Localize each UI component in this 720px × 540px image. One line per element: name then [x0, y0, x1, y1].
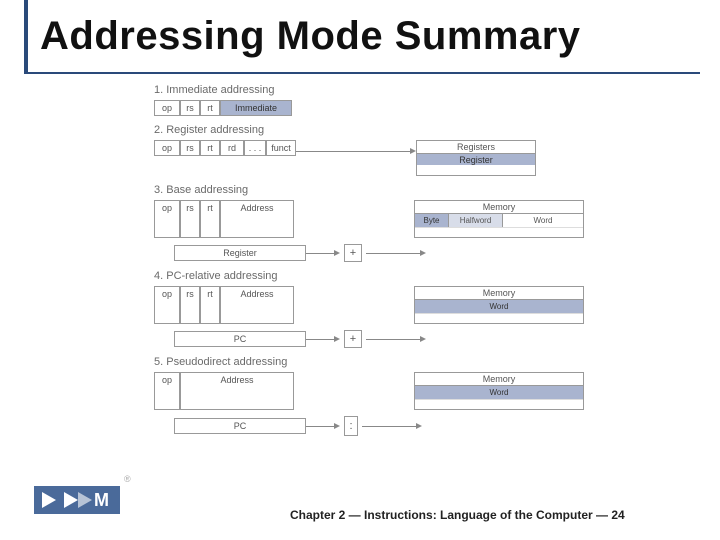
arrow-line — [362, 426, 416, 427]
arrow-line — [306, 339, 334, 340]
field-op: op — [154, 200, 180, 238]
mode-title: 5. Pseudodirect addressing — [154, 356, 674, 368]
field-rs: rs — [180, 140, 200, 156]
mem-byte: Byte — [415, 214, 449, 227]
register-value: Register — [174, 245, 306, 261]
pc-register: PC — [174, 331, 306, 347]
memory-box: Memory Byte Halfword Word — [414, 200, 584, 238]
arrow-head-icon — [334, 423, 340, 429]
field-op: op — [154, 286, 180, 324]
mem-halfword: Halfword — [449, 214, 503, 227]
field-op: op — [154, 372, 180, 410]
field-immediate: Immediate — [220, 100, 292, 116]
pc-register: PC — [174, 418, 306, 434]
mode-title: 4. PC-relative addressing — [154, 270, 674, 282]
field-rs: rs — [180, 200, 200, 238]
arrow-head-icon — [416, 423, 422, 429]
field-address: Address — [220, 286, 294, 324]
registers-label: Registers — [417, 141, 535, 153]
mode-immediate: 1. Immediate addressing op rs rt Immedia… — [154, 84, 674, 116]
memory-box: Memory Word — [414, 372, 584, 410]
arrow-line — [296, 151, 410, 152]
field-shamt: . . . — [244, 140, 266, 156]
slide-title: Addressing Mode Summary — [40, 14, 581, 59]
adder-icon: + — [344, 244, 362, 262]
memory-label: Memory — [415, 287, 583, 299]
memory-label: Memory — [415, 373, 583, 385]
field-rt: rt — [200, 286, 220, 324]
field-address: Address — [220, 200, 294, 238]
memory-label: Memory — [415, 201, 583, 213]
register-file-box: Registers Register — [416, 140, 536, 176]
mode-base: 3. Base addressing op rs rt Address Memo… — [154, 184, 674, 262]
publisher-logo: M — [34, 480, 120, 520]
mode-title: 2. Register addressing — [154, 124, 674, 136]
mode-title: 3. Base addressing — [154, 184, 674, 196]
arrow-line — [306, 253, 334, 254]
svg-text:M: M — [94, 490, 109, 510]
arrow-head-icon — [334, 336, 340, 342]
field-rt: rt — [200, 140, 220, 156]
adder-icon: + — [344, 330, 362, 348]
mode-pseudodirect: 5. Pseudodirect addressing op Address Me… — [154, 356, 674, 436]
arrow-line — [366, 339, 420, 340]
field-rs: rs — [180, 286, 200, 324]
field-op: op — [154, 100, 180, 116]
field-address: Address — [180, 372, 294, 410]
mode-register: 2. Register addressing op rs rt rd . . .… — [154, 124, 674, 176]
mode-pc-relative: 4. PC-relative addressing op rs rt Addre… — [154, 270, 674, 348]
field-rs: rs — [180, 100, 200, 116]
mode-title: 1. Immediate addressing — [154, 84, 674, 96]
field-rt: rt — [200, 100, 220, 116]
arrow-head-icon — [420, 336, 426, 342]
arrow-line — [366, 253, 420, 254]
field-funct: funct — [266, 140, 296, 156]
slide-footer: Chapter 2 — Instructions: Language of th… — [290, 508, 625, 522]
title-underline — [24, 72, 700, 74]
mem-word: Word — [415, 386, 583, 399]
arrow-line — [306, 426, 334, 427]
field-rd: rd — [220, 140, 244, 156]
register-strip: Register — [417, 153, 535, 165]
mem-word: Word — [503, 214, 583, 227]
memory-box: Memory Word — [414, 286, 584, 324]
diagram-area: 1. Immediate addressing op rs rt Immedia… — [154, 84, 674, 444]
title-accent-bar — [24, 0, 28, 72]
field-op: op — [154, 140, 180, 156]
concat-icon: : — [344, 416, 358, 436]
arrow-head-icon — [334, 250, 340, 256]
mem-word: Word — [415, 300, 583, 313]
registered-mark: ® — [124, 474, 131, 484]
arrow-head-icon — [420, 250, 426, 256]
field-rt: rt — [200, 200, 220, 238]
